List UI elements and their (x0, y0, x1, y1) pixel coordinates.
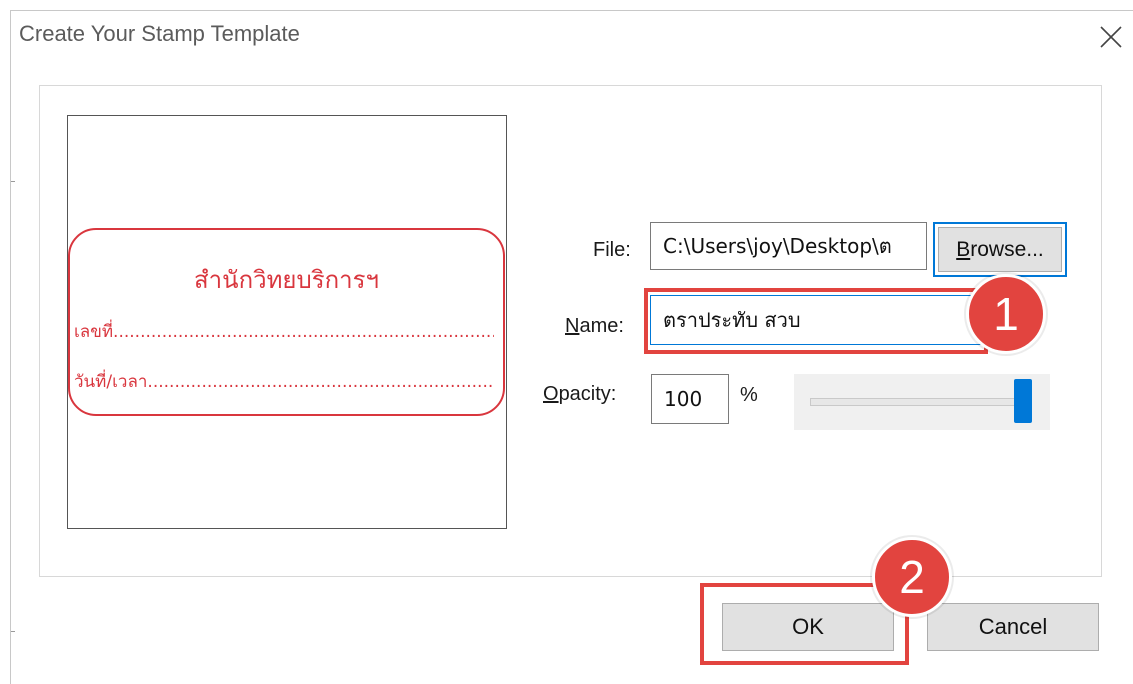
stamp-image: สำนักวิทยบริการฯ เลขที่.................… (68, 228, 505, 416)
name-value: ตราประทับ สวบ (663, 308, 801, 332)
file-path-value: C:\Users\joy\Desktop\ต (663, 234, 892, 258)
window-edge-mark (11, 181, 15, 182)
name-input[interactable]: ตราประทับ สวบ (650, 295, 983, 345)
stamp-preview: สำนักวิทยบริการฯ เลขที่.................… (67, 115, 507, 529)
name-label: Name: (565, 315, 624, 337)
step-badge-1: 1 (966, 274, 1046, 354)
close-button[interactable] (1093, 21, 1127, 51)
browse-button[interactable]: Browse... (933, 222, 1067, 277)
opacity-value: 100 (664, 387, 703, 411)
stamp-title: สำนักวิทยบริการฯ (194, 266, 379, 294)
ok-button[interactable]: OK (722, 603, 894, 651)
file-path-field[interactable]: C:\Users\joy\Desktop\ต (650, 222, 927, 270)
create-stamp-template-dialog: Create Your Stamp Template สำนักวิทยบริก… (10, 10, 1133, 684)
stamp-number-line: เลขที่..................................… (74, 322, 494, 342)
opacity-slider-thumb[interactable] (1014, 379, 1032, 423)
browse-button-label: Browse... (938, 227, 1062, 272)
close-icon (1100, 26, 1122, 48)
cancel-button[interactable]: Cancel (927, 603, 1099, 651)
opacity-label: Opacity: (543, 383, 617, 405)
step-badge-2: 2 (872, 537, 952, 617)
opacity-slider-track (810, 398, 1032, 406)
opacity-input[interactable]: 100 (651, 374, 729, 424)
opacity-slider[interactable] (794, 374, 1050, 430)
stamp-date-line: วันที่/เวลา.............................… (74, 372, 494, 392)
dialog-title: Create Your Stamp Template (19, 21, 300, 46)
file-label: File: (593, 239, 631, 261)
window-edge-mark (11, 631, 15, 632)
percent-sign: % (740, 384, 758, 406)
